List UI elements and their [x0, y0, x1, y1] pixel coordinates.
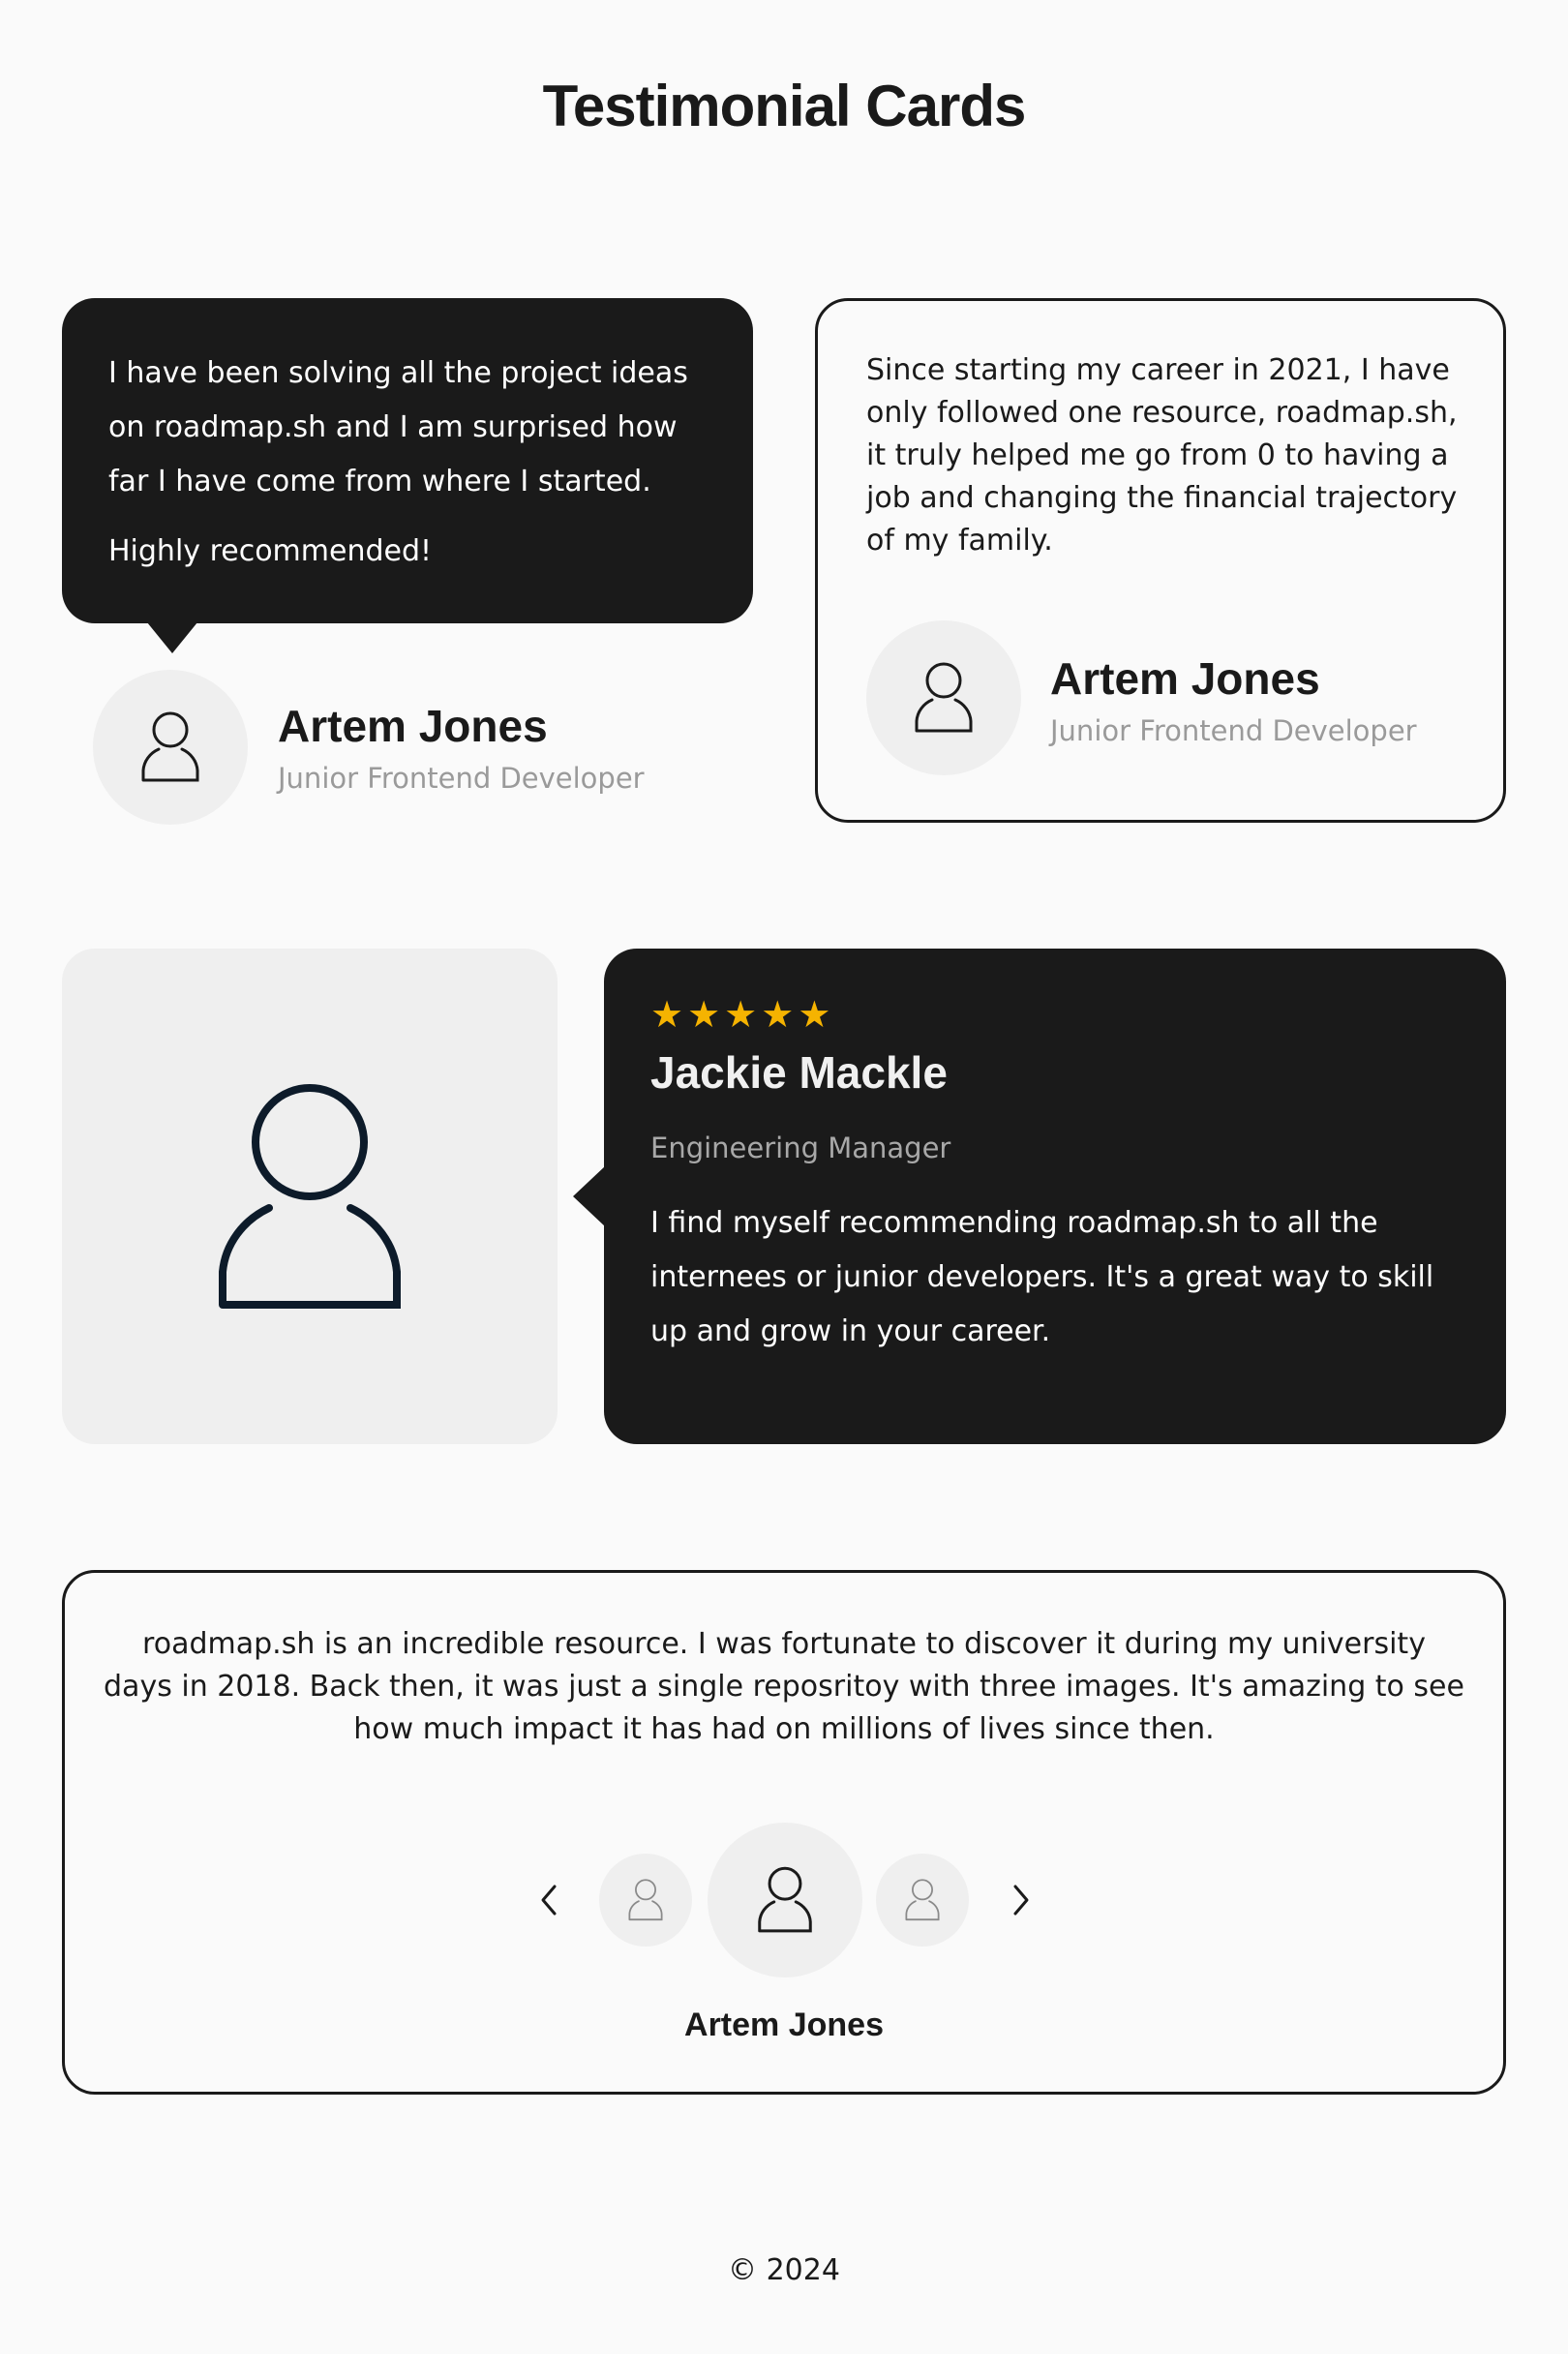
user-icon — [905, 1879, 940, 1921]
star-icon: ★ — [724, 993, 758, 1036]
user-icon — [758, 1866, 812, 1933]
page-title: Testimonial Cards — [542, 74, 1027, 138]
speech-bubble-tail — [147, 622, 197, 653]
carousel-next-button[interactable] — [1002, 1871, 1040, 1929]
person-role: Junior Frontend Developer — [278, 762, 645, 795]
person-name: Jackie Mackle — [650, 1047, 948, 1098]
chevron-left-icon — [541, 1885, 557, 1916]
person-role: Engineering Manager — [650, 1132, 951, 1164]
star-rating: ★ ★ ★ ★ ★ — [650, 995, 830, 1034]
chevron-right-icon — [1013, 1885, 1029, 1916]
carousel-prev-button[interactable] — [529, 1871, 568, 1929]
star-icon: ★ — [761, 993, 795, 1036]
person-name: Artem Jones — [684, 2007, 884, 2043]
user-icon — [915, 662, 973, 733]
person-name: Artem Jones — [278, 701, 548, 751]
testimonial-card-carousel: roadmap.sh is an incredible resource. I … — [62, 1570, 1506, 2095]
panel-tail — [573, 1165, 606, 1227]
star-icon: ★ — [650, 993, 684, 1036]
quote-paragraph: Highly recommended! — [108, 534, 433, 568]
star-icon: ★ — [798, 993, 831, 1036]
carousel-avatar-previous[interactable] — [599, 1854, 692, 1947]
quote-text: I find myself recommending roadmap.sh to… — [650, 1206, 1434, 1348]
carousel-avatar-next[interactable] — [876, 1854, 969, 1947]
quote-text: Since starting my career in 2021, I have… — [866, 353, 1458, 558]
avatar — [93, 670, 248, 825]
footer-copyright: © 2024 — [728, 2253, 840, 2287]
carousel-avatar-active[interactable] — [708, 1823, 862, 1977]
quote-paragraph: I have been solving all the project idea… — [108, 356, 688, 498]
testimonial-card-outlined: Since starting my career in 2021, I have… — [815, 298, 1506, 823]
testimonial-panel: ★ ★ ★ ★ ★ Jackie Mackle Engineering Mana… — [604, 949, 1506, 1444]
user-icon — [219, 1084, 401, 1309]
user-icon — [628, 1879, 663, 1921]
profile-photo — [62, 949, 558, 1444]
quote-text: roadmap.sh is an incredible resource. I … — [104, 1627, 1464, 1746]
person-name: Artem Jones — [1050, 653, 1320, 704]
user-icon — [141, 711, 199, 782]
star-icon: ★ — [687, 993, 721, 1036]
speech-bubble: I have been solving all the project idea… — [62, 298, 753, 623]
avatar — [866, 620, 1021, 775]
person-role: Junior Frontend Developer — [1050, 714, 1417, 747]
